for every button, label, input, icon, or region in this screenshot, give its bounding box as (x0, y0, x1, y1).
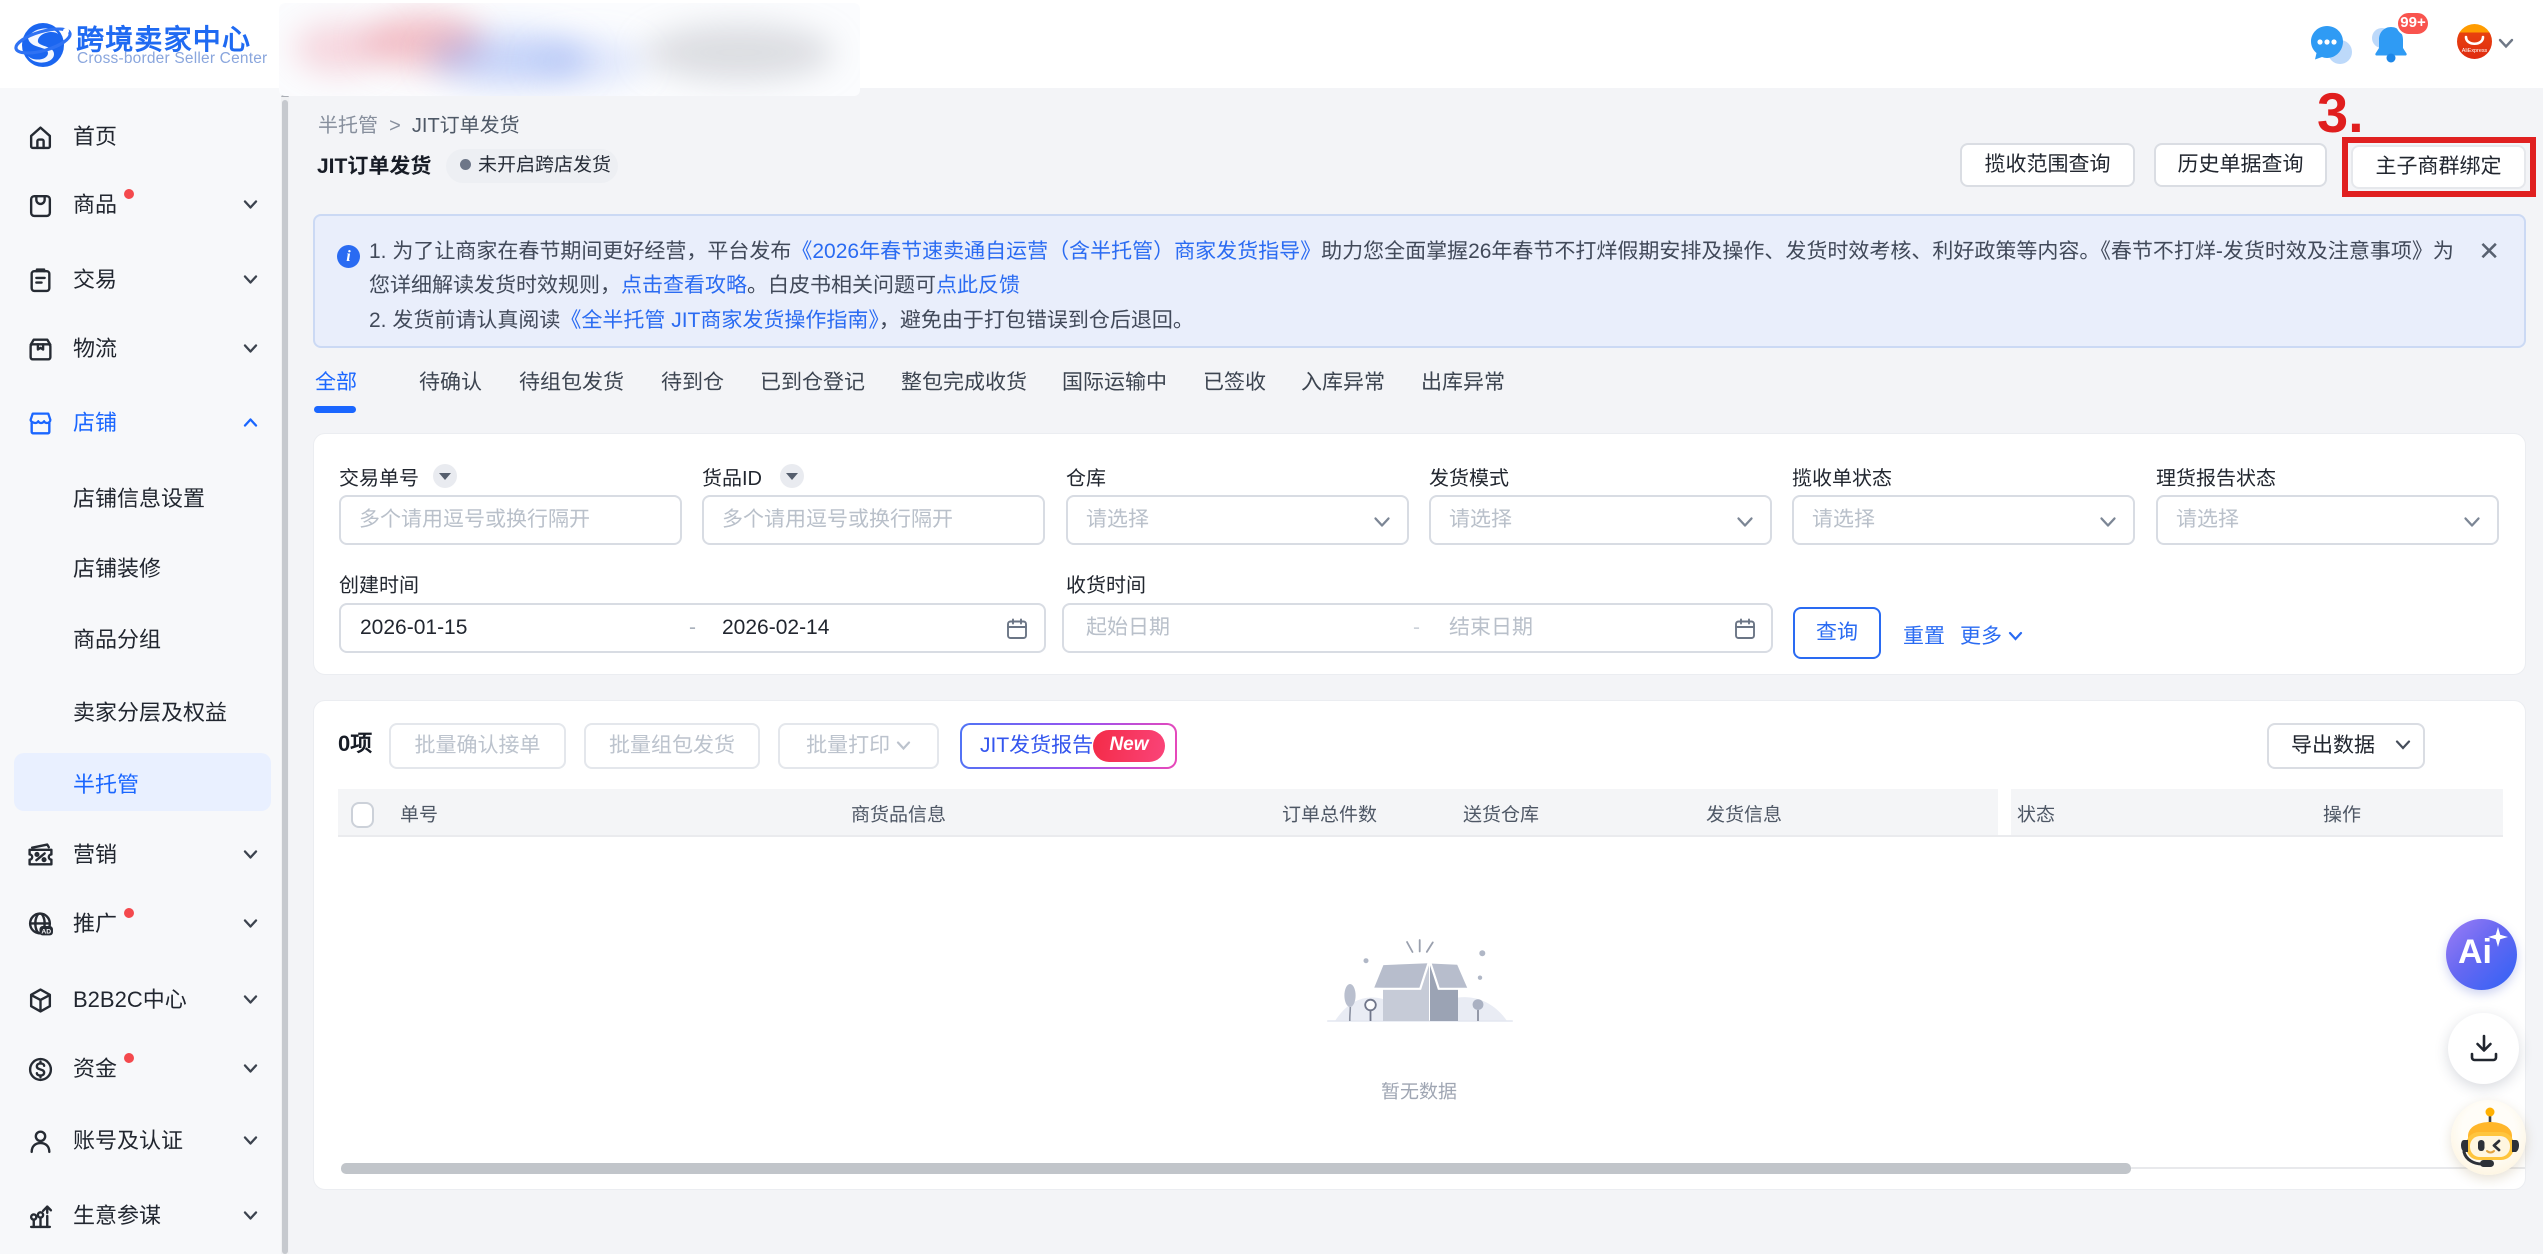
svg-text:AD: AD (41, 928, 51, 935)
svg-text:AliExpress: AliExpress (2462, 48, 2488, 54)
